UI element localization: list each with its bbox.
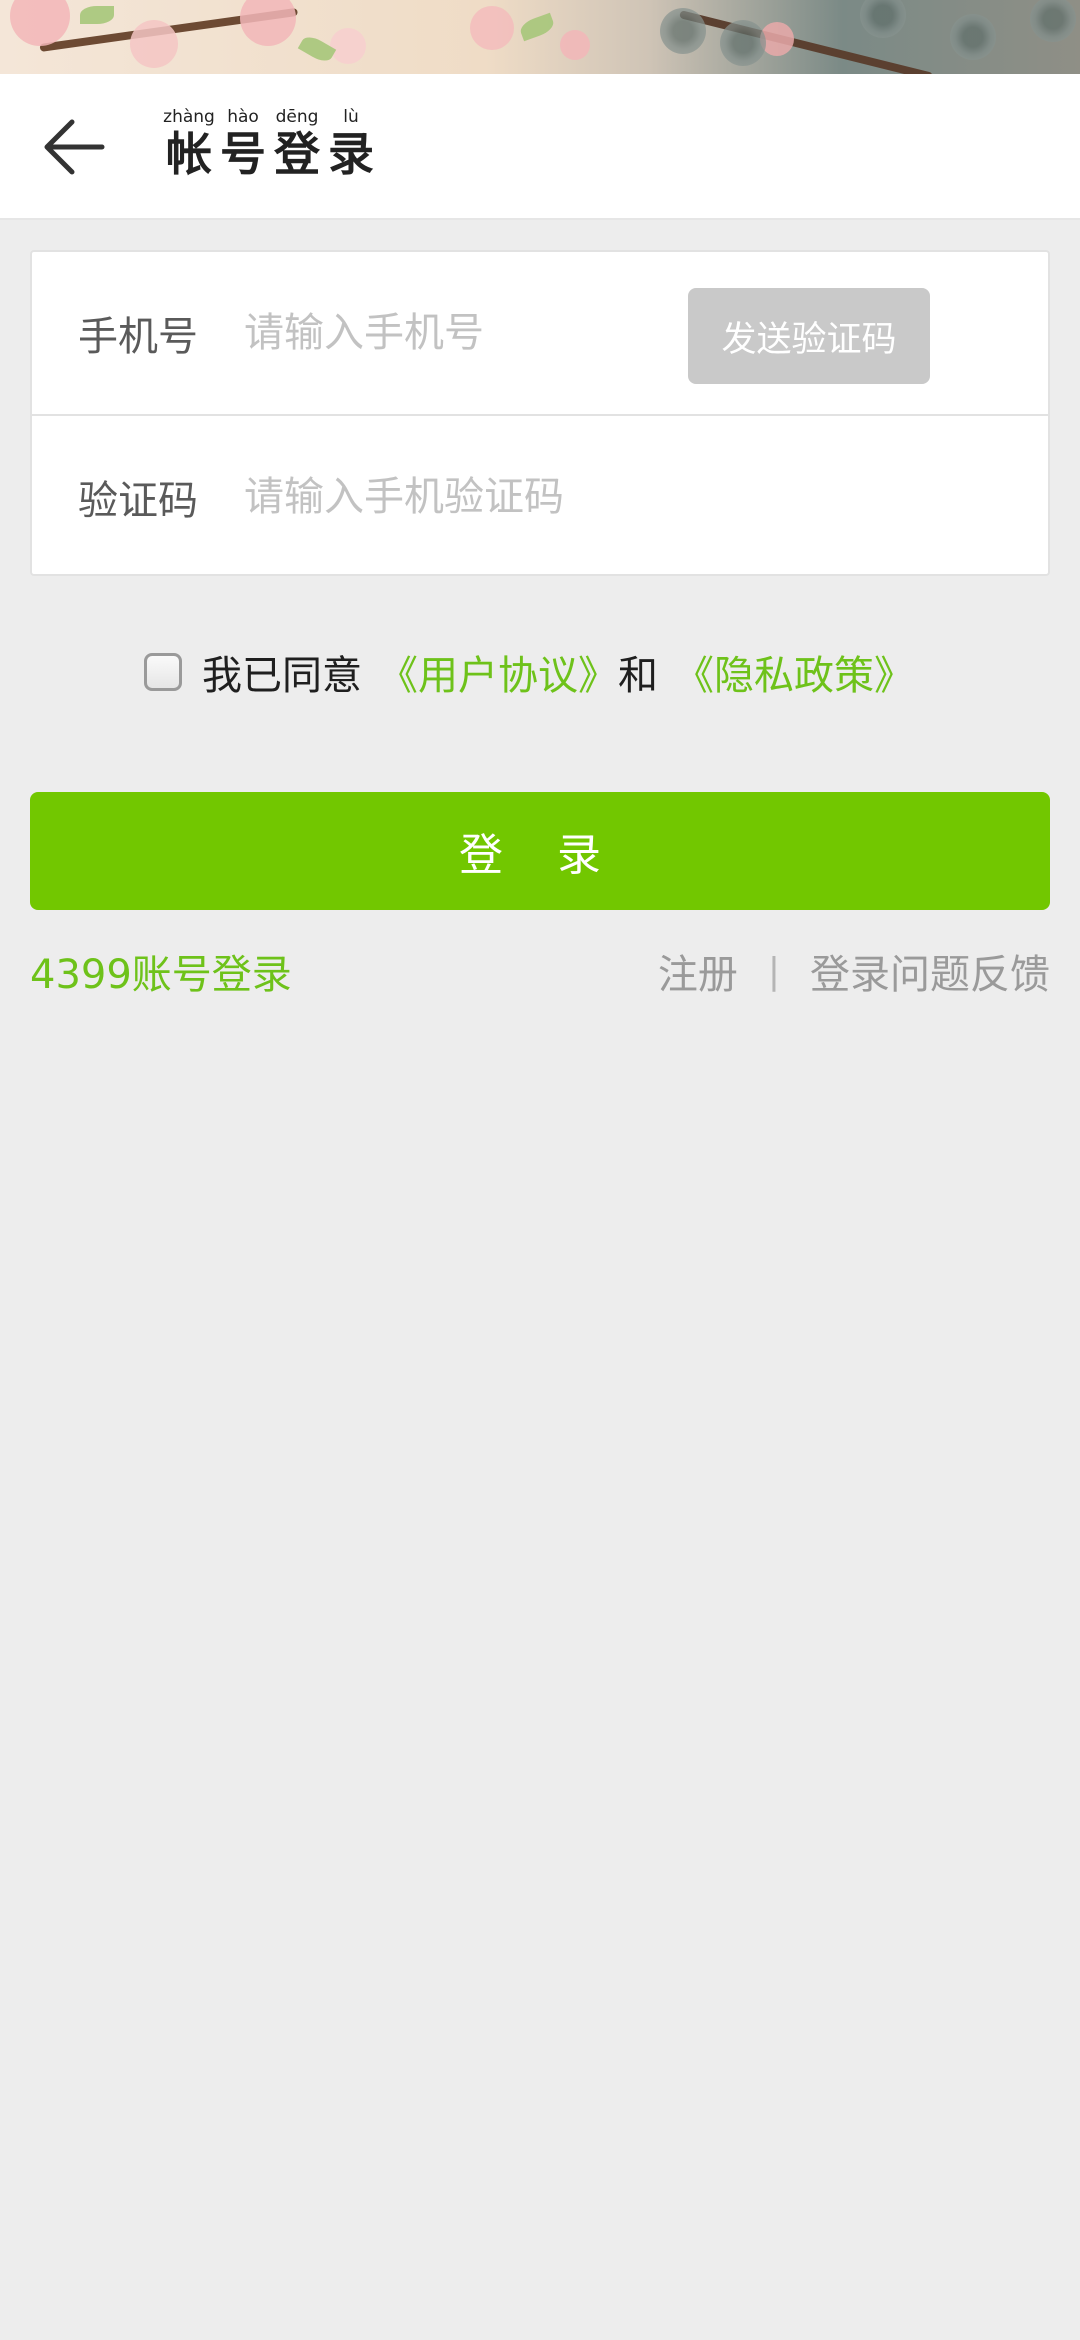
title-pinyin: zhàng: [163, 107, 215, 127]
title-hanzi: 登: [274, 127, 320, 181]
phone-row: 手机号 发送验证码: [32, 252, 1048, 416]
title-pinyin: dēng: [275, 107, 319, 127]
login-form: 手机号 发送验证码 验证码: [30, 250, 1050, 576]
header-banner-decoration: [0, 0, 1080, 74]
login-feedback-link[interactable]: 登录问题反馈: [810, 942, 1050, 1000]
footer-links: 注册 | 登录问题反馈: [658, 942, 1050, 1000]
page-title: zhàng 帐 hào 号 dēng 登 lù 录: [162, 108, 378, 182]
register-link[interactable]: 注册: [658, 942, 738, 1000]
send-code-button[interactable]: 发送验证码: [688, 288, 930, 384]
title-hanzi: 录: [328, 127, 374, 181]
title-hanzi: 帐: [166, 127, 212, 181]
phone-input[interactable]: [244, 298, 694, 368]
code-row: 验证码: [32, 416, 1048, 578]
agreement-conjunction: 和: [618, 653, 658, 699]
title-pinyin: lù: [343, 107, 359, 127]
title-hanzi: 号: [220, 127, 266, 181]
login-button[interactable]: 登 录: [30, 792, 1050, 910]
verification-code-input[interactable]: [244, 462, 944, 532]
code-label: 验证码: [78, 478, 198, 524]
title-char: zhàng 帐: [162, 108, 216, 182]
back-button[interactable]: [30, 112, 110, 182]
title-char: hào 号: [216, 108, 270, 182]
user-agreement-link[interactable]: 《用户协议》: [378, 643, 618, 701]
agreement-checkbox[interactable]: [144, 653, 182, 691]
arrow-left-icon: [44, 119, 105, 175]
title-char: dēng 登: [270, 108, 324, 182]
agreement-prefix: 我已同意: [202, 653, 362, 699]
agreement-row: 我已同意 《用户协议》 和 《隐私政策》: [144, 640, 914, 704]
app-header: zhàng 帐 hào 号 dēng 登 lù 录: [0, 74, 1080, 220]
link-separator: |: [767, 950, 780, 992]
alt-login-link[interactable]: 4399账号登录: [30, 942, 292, 1000]
title-pinyin: hào: [227, 107, 259, 127]
phone-label: 手机号: [78, 314, 198, 360]
title-char: lù 录: [324, 108, 378, 182]
privacy-policy-link[interactable]: 《隐私政策》: [674, 643, 914, 701]
